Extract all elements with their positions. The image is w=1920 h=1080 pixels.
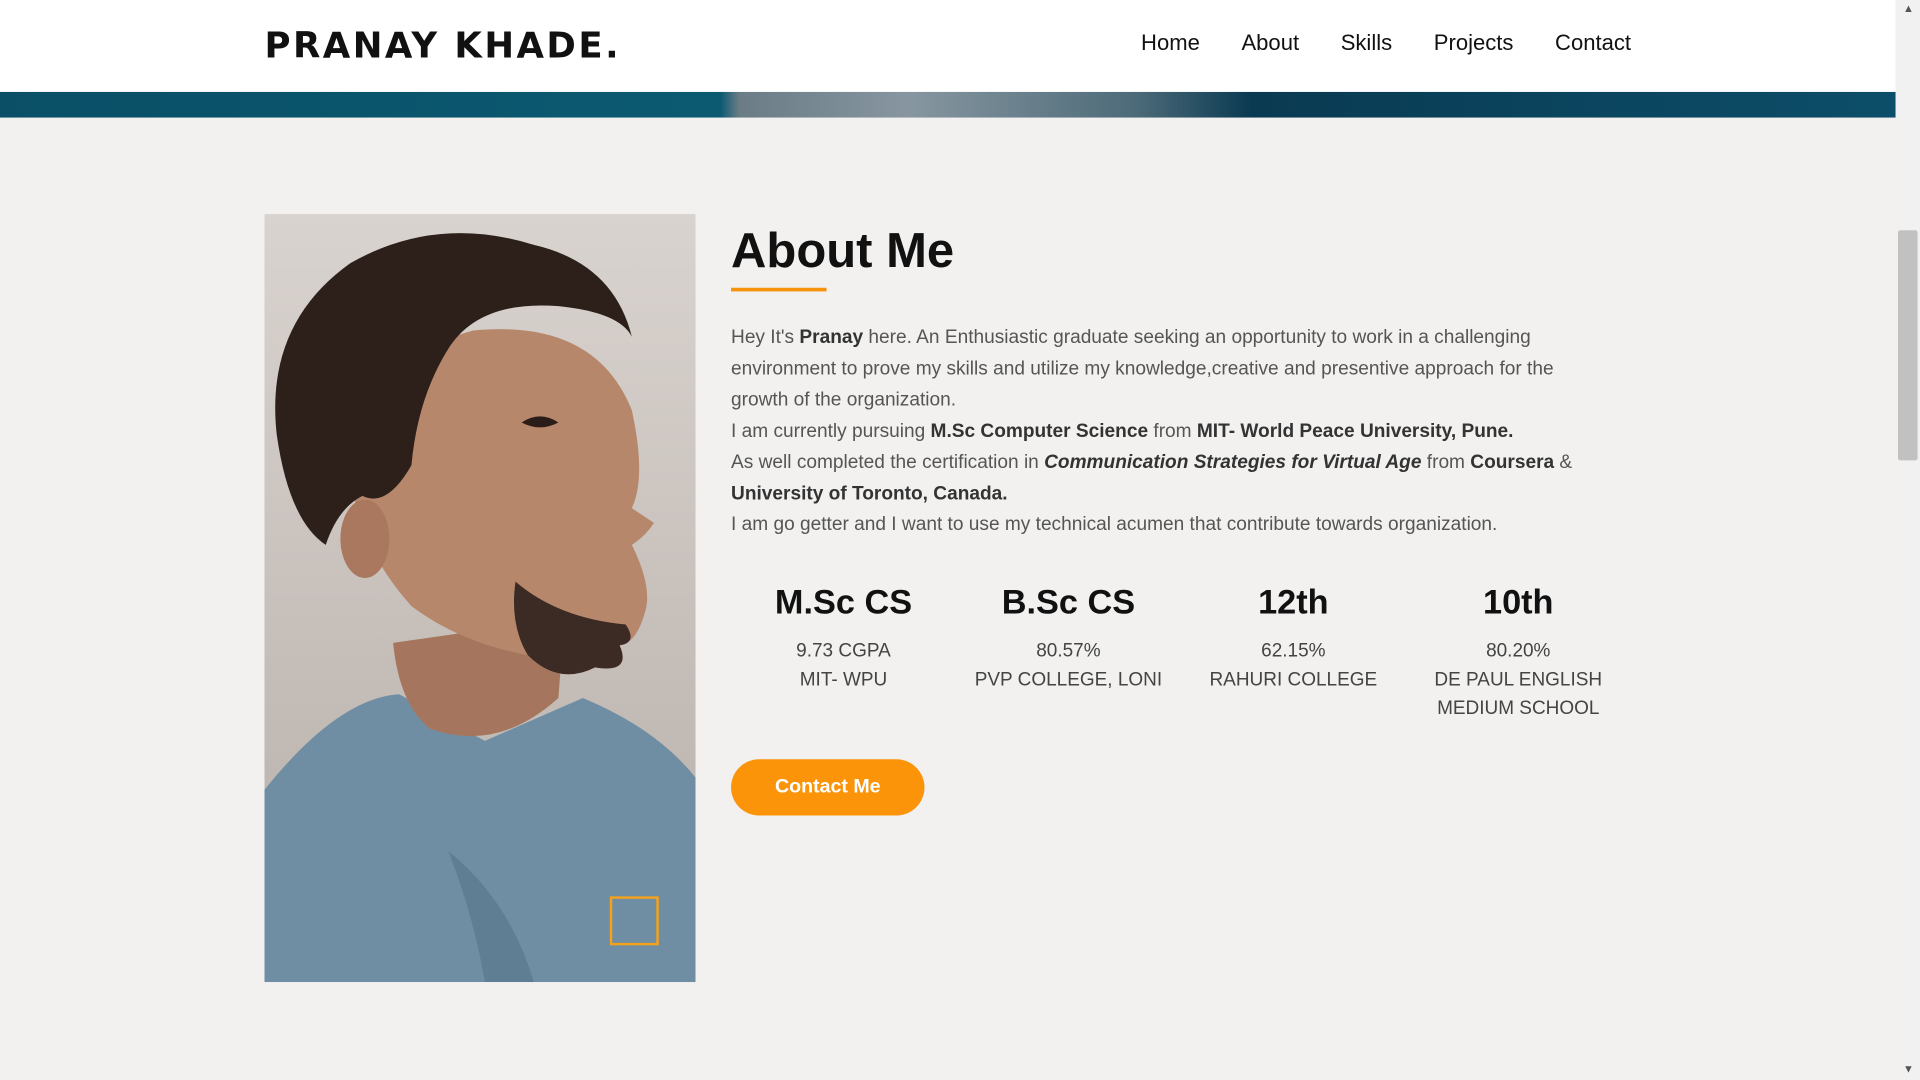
education-item: M.Sc CS 9.73 CGPA MIT- WPU	[731, 583, 956, 723]
university-highlight: MIT- World Peace University, Pune.	[1196, 420, 1514, 442]
text: from	[1148, 420, 1197, 442]
org-highlight: Coursera	[1470, 451, 1555, 473]
education-degree: 12th	[1258, 582, 1329, 621]
nav-link-home[interactable]: Home	[1141, 31, 1200, 57]
about-paragraph-cert: As well completed the certification in C…	[731, 447, 1613, 509]
text: Hey It's	[731, 326, 800, 348]
education-score: 80.57%	[1036, 640, 1101, 662]
about-title: About Me	[731, 224, 955, 278]
profile-photo	[264, 214, 696, 983]
contact-me-button[interactable]: Contact Me	[731, 759, 925, 816]
name-highlight: Pranay	[799, 326, 864, 348]
about-paragraph-intro: Hey It's Pranay here. An Enthusiastic gr…	[731, 322, 1613, 416]
nav-link-contact[interactable]: Contact	[1555, 31, 1631, 57]
brand-logo[interactable]: PRANAY KHADE.	[264, 24, 621, 66]
education-institution: MIT- WPU	[799, 669, 888, 691]
nav-link-projects[interactable]: Projects	[1434, 31, 1514, 57]
education-institution: DE PAUL ENGLISH MEDIUM SCHOOL	[1434, 669, 1603, 719]
education-degree: 10th	[1483, 582, 1554, 621]
text: from	[1421, 451, 1471, 473]
education-institution: PVP COLLEGE, LONI	[974, 669, 1163, 691]
education-item: 12th 62.15% RAHURI COLLEGE	[1181, 583, 1406, 723]
education-institution: RAHURI COLLEGE	[1209, 669, 1378, 691]
education-item: 10th 80.20% DE PAUL ENGLISH MEDIUM SCHOO…	[1406, 583, 1631, 723]
page-scrollbar[interactable]: ▲ ▼	[1895, 0, 1920, 1080]
education-score: 62.15%	[1261, 640, 1326, 662]
scroll-up-icon[interactable]: ▲	[1903, 2, 1914, 14]
navbar: PRANAY KHADE. Home About Skills Projects…	[0, 0, 1896, 92]
cert-university-highlight: University of Toronto, Canada.	[731, 483, 1008, 504]
scroll-down-icon[interactable]: ▼	[1903, 1063, 1914, 1075]
education-score: 80.20%	[1486, 640, 1551, 662]
page: PRANAY KHADE. Home About Skills Projects…	[0, 0, 1920, 1080]
about-paragraph-goal: I am go getter and I want to use my tech…	[731, 514, 1498, 536]
certification-highlight: Communication Strategies for Virtual Age	[1044, 451, 1422, 473]
education-degree: B.Sc CS	[1001, 582, 1136, 621]
scrollbar-thumb[interactable]	[1897, 230, 1918, 461]
nav-link-about[interactable]: About	[1241, 31, 1299, 57]
text: &	[1554, 451, 1573, 473]
hero-banner-edge	[0, 91, 1896, 118]
text: I am currently pursuing	[731, 420, 931, 442]
course-highlight: M.Sc Computer Science	[930, 420, 1149, 442]
education-score: 9.73 CGPA	[796, 640, 891, 662]
about-paragraph-study: I am currently pursuing M.Sc Computer Sc…	[731, 416, 1613, 447]
main-nav: Home About Skills Projects Contact	[1141, 31, 1631, 57]
nav-link-skills[interactable]: Skills	[1341, 31, 1392, 57]
text: As well completed the certification in	[731, 451, 1045, 473]
education-stats: M.Sc CS 9.73 CGPA MIT- WPU B.Sc CS 80.57…	[731, 583, 1631, 723]
education-degree: M.Sc CS	[774, 582, 913, 621]
education-item: B.Sc CS 80.57% PVP COLLEGE, LONI	[956, 583, 1181, 723]
title-underline	[731, 287, 827, 292]
about-description: Hey It's Pranay here. An Enthusiastic gr…	[731, 322, 1613, 541]
